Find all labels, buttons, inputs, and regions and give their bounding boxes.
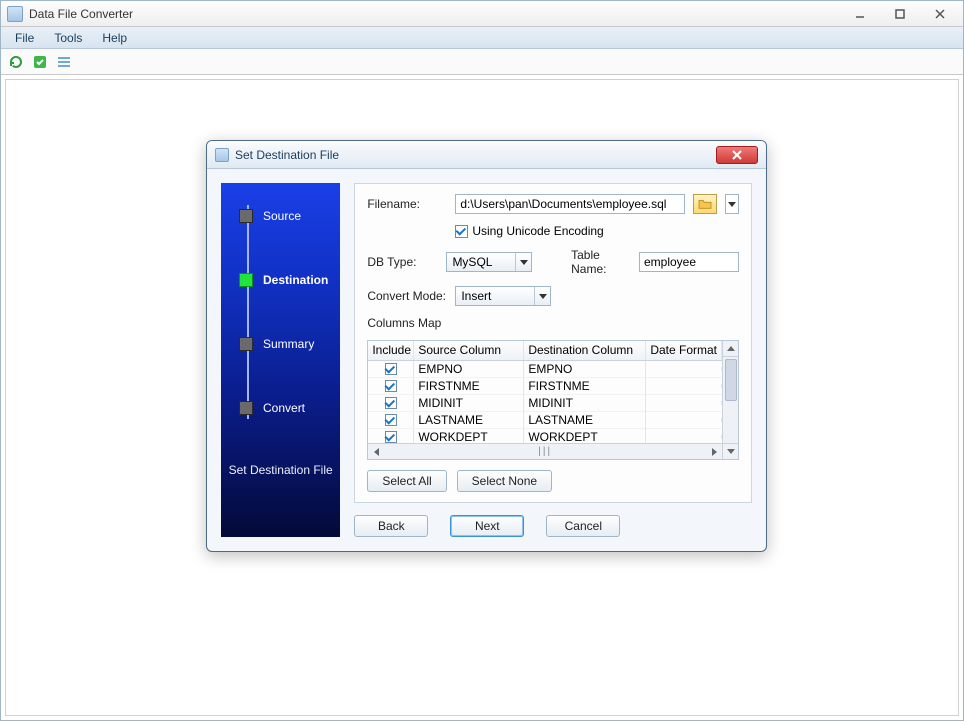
- menu-file[interactable]: File: [7, 29, 42, 47]
- app-icon: [7, 6, 23, 22]
- grid-row[interactable]: LASTNAME LASTNAME: [368, 412, 722, 429]
- minimize-button[interactable]: [849, 6, 871, 22]
- columns-map-label: Columns Map: [367, 316, 739, 330]
- app-window: Data File Converter File Tools Help: [0, 0, 964, 721]
- dialog-close-button[interactable]: [716, 146, 758, 164]
- wizard-caption: Set Destination File: [221, 463, 340, 477]
- grid-hscrollbar[interactable]: |||: [368, 443, 722, 459]
- grid-row[interactable]: EMPNO EMPNO: [368, 361, 722, 378]
- include-checkbox[interactable]: [385, 397, 397, 409]
- filename-history-dropdown[interactable]: [725, 194, 739, 214]
- wizard-step-convert[interactable]: Convert: [221, 391, 340, 425]
- grid-header-dest[interactable]: Destination Column: [524, 341, 646, 360]
- filename-input[interactable]: [455, 194, 685, 214]
- unicode-checkbox[interactable]: [455, 225, 468, 238]
- cancel-button[interactable]: Cancel: [546, 515, 620, 537]
- include-checkbox[interactable]: [385, 431, 397, 443]
- include-checkbox[interactable]: [385, 363, 397, 375]
- folder-open-icon: [698, 198, 712, 210]
- convertmode-value: Insert: [456, 289, 534, 303]
- tablename-label: Table Name:: [571, 248, 631, 276]
- wizard-node-icon: [239, 337, 253, 351]
- grid-vscrollbar[interactable]: [722, 341, 738, 459]
- grid-header: Include Source Column Destination Column…: [368, 341, 722, 361]
- scroll-up-icon[interactable]: [723, 341, 738, 357]
- wizard-step-destination[interactable]: Destination: [221, 263, 340, 297]
- dbtype-combo[interactable]: MySQL: [446, 252, 532, 272]
- wizard-connector-line: [247, 205, 249, 419]
- select-all-button[interactable]: Select All: [367, 470, 446, 492]
- scroll-right-icon[interactable]: [706, 444, 722, 459]
- dbtype-label: DB Type:: [367, 255, 438, 269]
- toolbar: [1, 49, 963, 75]
- dialog-titlebar: Set Destination File: [207, 141, 766, 169]
- task-icon[interactable]: [31, 53, 49, 71]
- back-button[interactable]: Back: [354, 515, 428, 537]
- chevron-down-icon: [515, 253, 531, 271]
- scroll-thumb[interactable]: [725, 359, 737, 401]
- browse-button[interactable]: [693, 194, 717, 214]
- refresh-icon[interactable]: [7, 53, 25, 71]
- chevron-down-icon: [534, 287, 550, 305]
- grid-row[interactable]: FIRSTNME FIRSTNME: [368, 378, 722, 395]
- destination-form: Filename: Using Unicode Encoding: [354, 183, 752, 503]
- dialog-icon: [215, 148, 229, 162]
- wizard-node-icon: [239, 401, 253, 415]
- wizard-step-source[interactable]: Source: [221, 199, 340, 233]
- wizard-node-icon: [239, 209, 253, 223]
- app-title: Data File Converter: [29, 7, 133, 21]
- dialog-title: Set Destination File: [235, 148, 339, 162]
- scroll-down-icon[interactable]: [723, 443, 738, 459]
- convertmode-combo[interactable]: Insert: [455, 286, 551, 306]
- menu-help[interactable]: Help: [94, 29, 135, 47]
- menu-tools[interactable]: Tools: [46, 29, 90, 47]
- wizard-step-summary[interactable]: Summary: [221, 327, 340, 361]
- grid-row[interactable]: MIDINIT MIDINIT: [368, 395, 722, 412]
- filename-label: Filename:: [367, 197, 447, 211]
- next-button[interactable]: Next: [450, 515, 524, 537]
- wizard-nav: Source Destination Summary Convert: [221, 183, 340, 537]
- grid-body: EMPNO EMPNO FIRSTNME FIRSTNME: [368, 361, 722, 443]
- grid-header-format[interactable]: Date Format: [646, 341, 722, 360]
- include-checkbox[interactable]: [385, 414, 397, 426]
- grid-header-source[interactable]: Source Column: [414, 341, 524, 360]
- tablename-input[interactable]: [639, 252, 739, 272]
- select-none-button[interactable]: Select None: [457, 470, 552, 492]
- include-checkbox[interactable]: [385, 380, 397, 392]
- titlebar: Data File Converter: [1, 1, 963, 27]
- content-area: Set Destination File Source: [5, 79, 959, 716]
- scroll-left-icon[interactable]: [368, 444, 384, 459]
- set-destination-dialog: Set Destination File Source: [206, 140, 767, 552]
- close-button[interactable]: [929, 6, 951, 22]
- wizard-node-icon: [239, 273, 253, 287]
- grid-header-include[interactable]: Include: [368, 341, 414, 360]
- dbtype-value: MySQL: [447, 255, 515, 269]
- convertmode-label: Convert Mode:: [367, 289, 447, 303]
- scroll-track[interactable]: |||: [384, 446, 706, 457]
- maximize-button[interactable]: [889, 6, 911, 22]
- grid-row[interactable]: WORKDEPT WORKDEPT: [368, 429, 722, 443]
- menubar: File Tools Help: [1, 27, 963, 49]
- columns-map-grid: Include Source Column Destination Column…: [367, 340, 739, 460]
- list-icon[interactable]: [55, 53, 73, 71]
- unicode-label: Using Unicode Encoding: [472, 224, 603, 238]
